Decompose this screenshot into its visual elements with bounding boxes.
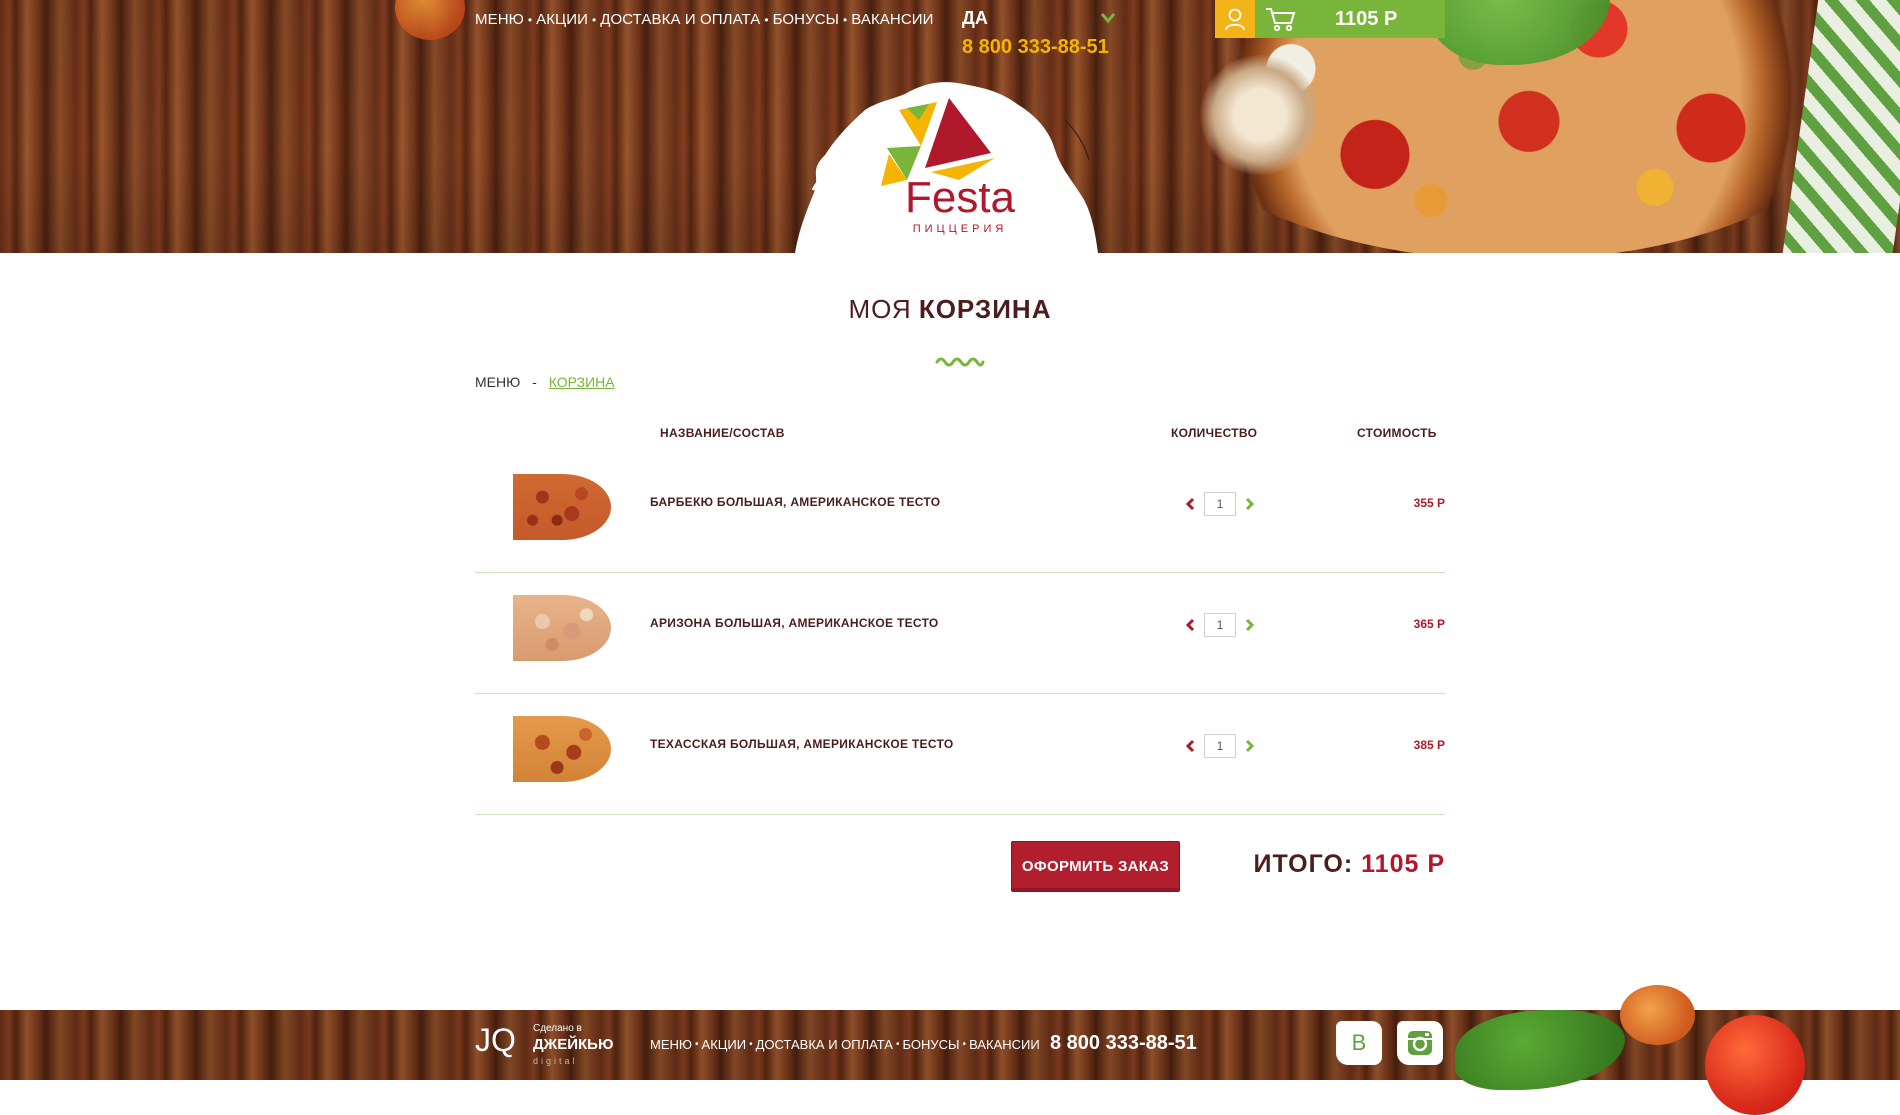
footer-nav-bonuses[interactable]: БОНУСЫ <box>903 1037 960 1052</box>
breadcrumb-menu[interactable]: МЕНЮ <box>475 374 520 390</box>
top-nav: МЕНЮ • АКЦИИ • ДОСТАВКА И ОПЛАТА • БОНУС… <box>475 11 934 28</box>
cart-row: ТЕХАССКАЯ БОЛЬШАЯ, АМЕРИКАНСКОЕ ТЕСТО 38… <box>475 694 1445 815</box>
footer-nav-delivery[interactable]: ДОСТАВКА И ОПЛАТА <box>756 1037 893 1052</box>
footer-phone[interactable]: 8 800 333-88-51 <box>1050 1032 1197 1055</box>
footer-nav-vacancies[interactable]: ВАКАНСИИ <box>969 1037 1040 1052</box>
decrease-arrow-icon[interactable] <box>1184 739 1198 753</box>
quantity-input[interactable] <box>1204 734 1236 758</box>
logo-name: Festa <box>904 173 1016 222</box>
nav-delivery[interactable]: ДОСТАВКА И ОПЛАТА <box>600 11 760 28</box>
nav-separator: • <box>764 12 769 27</box>
cart-button[interactable]: 1105 Р <box>1255 0 1445 38</box>
increase-arrow-icon[interactable] <box>1242 739 1256 753</box>
nav-separator: • <box>843 12 848 27</box>
user-button[interactable] <box>1215 0 1255 38</box>
user-icon <box>1225 8 1245 31</box>
increase-arrow-icon[interactable] <box>1242 497 1256 511</box>
page-title-light: МОЯ <box>848 294 912 324</box>
nav-separator: • <box>895 1039 900 1050</box>
jq-logo[interactable]: JQ <box>475 1022 525 1068</box>
footer-nav: МЕНЮ • АКЦИИ • ДОСТАВКА И ОПЛАТА • БОНУС… <box>650 1037 1040 1052</box>
column-header-name: НАЗВАНИЕ/СОСТАВ <box>660 426 785 440</box>
instagram-icon <box>1408 1031 1432 1055</box>
nav-separator: • <box>527 12 533 27</box>
pizza-thumbnail[interactable] <box>513 474 611 540</box>
total-value: 1105 Р <box>1361 850 1445 878</box>
tomato-decoration <box>1620 985 1695 1045</box>
header-phone[interactable]: 8 800 333-88-51 <box>962 36 1109 59</box>
item-price: 355 Р <box>1413 496 1445 510</box>
footer-nav-menu[interactable]: МЕНЮ <box>650 1037 692 1052</box>
column-header-qty: КОЛИЧЕСТВО <box>1171 426 1258 440</box>
nav-separator: • <box>592 12 597 27</box>
nav-separator: • <box>695 1039 699 1050</box>
pizza-thumbnail[interactable] <box>513 595 611 661</box>
page-title: МОЯ КОРЗИНА <box>0 294 1900 325</box>
breadcrumb-separator: - <box>532 374 537 390</box>
increase-arrow-icon[interactable] <box>1242 618 1256 632</box>
checkout-button[interactable]: ОФОРМИТЬ ЗАКАЗ <box>1011 841 1180 892</box>
instagram-button[interactable] <box>1397 1021 1443 1065</box>
tomato-decoration <box>1705 1015 1805 1115</box>
item-name[interactable]: ТЕХАССКАЯ БОЛЬШАЯ, АМЕРИКАНСКОЕ ТЕСТО <box>650 737 954 751</box>
quantity-input[interactable] <box>1204 613 1236 637</box>
item-price: 365 Р <box>1413 617 1445 631</box>
nav-promotions[interactable]: АКЦИИ <box>536 11 588 28</box>
breadcrumb-current[interactable]: КОРЗИНА <box>549 374 615 390</box>
item-name[interactable]: АРИЗОНА БОЛЬШАЯ, АМЕРИКАНСКОЕ ТЕСТО <box>650 616 939 630</box>
cart-row: АРИЗОНА БОЛЬШАЯ, АМЕРИКАНСКОЕ ТЕСТО 365 … <box>475 573 1445 694</box>
made-by-label: Сделано в <box>533 1023 582 1034</box>
breadcrumb: МЕНЮ - КОРЗИНА <box>475 374 615 390</box>
studio-subtitle: digital <box>533 1056 578 1066</box>
order-total: ИТОГО: 1105 Р <box>1254 850 1446 879</box>
chevron-down-icon[interactable] <box>1100 12 1116 24</box>
total-label: ИТОГО: <box>1253 850 1354 878</box>
nav-menu[interactable]: МЕНЮ <box>475 11 524 28</box>
decrease-arrow-icon[interactable] <box>1184 497 1198 511</box>
quantity-stepper <box>1184 734 1256 758</box>
pizza-thumbnail[interactable] <box>513 716 611 782</box>
vk-button[interactable]: В <box>1336 1021 1382 1065</box>
page-title-bold: КОРЗИНА <box>918 294 1052 324</box>
quantity-stepper <box>1184 492 1256 516</box>
item-price: 385 Р <box>1413 738 1445 752</box>
wave-divider <box>935 357 985 367</box>
cart-row: БАРБЕКЮ БОЛЬШАЯ, АМЕРИКАНСКОЕ ТЕСТО 355 … <box>475 452 1445 573</box>
mushroom-decoration <box>1200 55 1320 175</box>
column-header-price: СТОИМОСТЬ <box>1357 426 1437 440</box>
quantity-stepper <box>1184 613 1256 637</box>
city-selector[interactable]: ДА <box>962 8 988 29</box>
footer-nav-promotions[interactable]: АКЦИИ <box>702 1037 747 1052</box>
cart-total: 1105 Р <box>1335 7 1398 30</box>
cart-icon <box>1266 8 1296 32</box>
studio-name[interactable]: ДЖЕЙКЬЮ <box>533 1036 613 1053</box>
vk-icon: В <box>1351 1030 1367 1055</box>
decrease-arrow-icon[interactable] <box>1184 618 1198 632</box>
nav-vacancies[interactable]: ВАКАНСИИ <box>851 11 933 28</box>
quantity-input[interactable] <box>1204 492 1236 516</box>
nav-separator: • <box>962 1039 967 1050</box>
nav-separator: • <box>749 1039 753 1050</box>
jq-logo-text: JQ <box>475 1022 516 1058</box>
logo-subtitle: ПИЦЦЕРИЯ <box>912 223 1008 235</box>
nav-bonuses[interactable]: БОНУСЫ <box>773 11 839 28</box>
item-name[interactable]: БАРБЕКЮ БОЛЬШАЯ, АМЕРИКАНСКОЕ ТЕСТО <box>650 495 940 509</box>
